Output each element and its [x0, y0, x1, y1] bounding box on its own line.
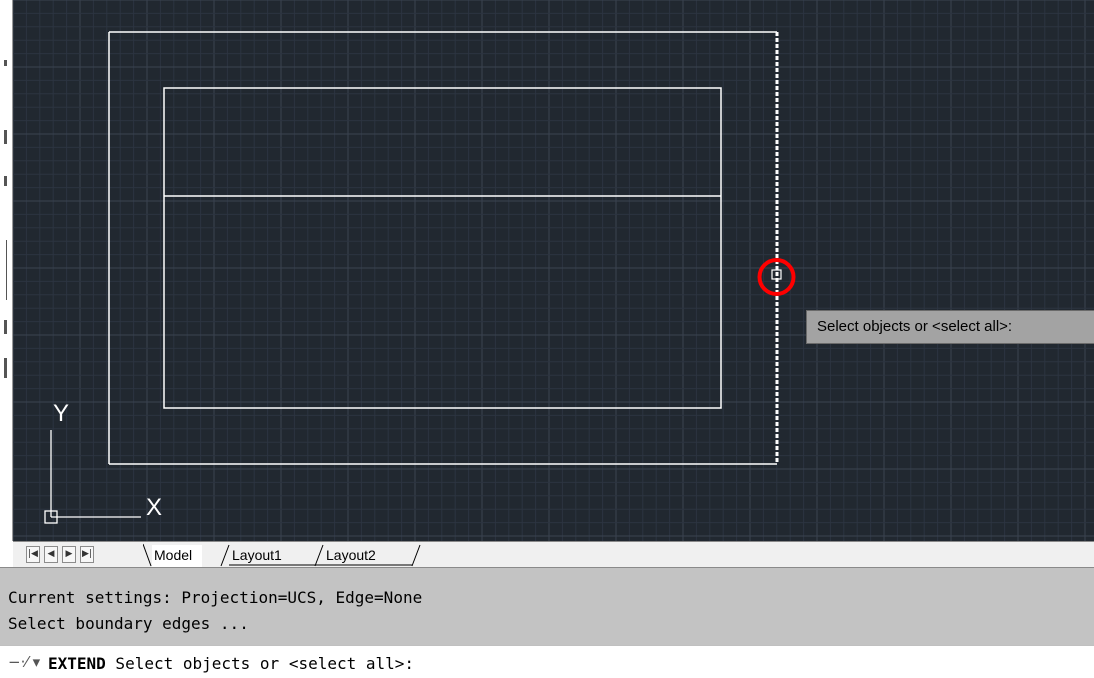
prev-icon: ◀ [47, 549, 55, 559]
next-tab-button[interactable]: ▶ [62, 546, 76, 563]
left-toolbar-strip [0, 0, 13, 541]
command-icon[interactable]: −·⁄ ▾ [8, 653, 40, 671]
command-history: Current settings: Projection=UCS, Edge=N… [0, 567, 1094, 646]
history-line: Current settings: Projection=UCS, Edge=N… [8, 588, 423, 607]
command-input[interactable]: EXTEND Select objects or <select all>: [48, 654, 414, 673]
prev-tab-button[interactable]: ◀ [44, 546, 58, 563]
next-icon: ▶ [65, 549, 73, 559]
dynamic-input-tooltip: Select objects or <select all>: [806, 310, 1094, 344]
command-name: EXTEND [48, 654, 106, 673]
last-icon: ▶| [82, 549, 92, 559]
strip-mark [6, 240, 7, 300]
ucs-y-label: Y [53, 400, 69, 427]
strip-mark [4, 176, 7, 186]
ucs-x-label: X [146, 494, 162, 521]
tab-layout1[interactable]: Layout1 [232, 545, 282, 565]
canvas-background [13, 0, 1094, 541]
layout-tab-bar: |◀ ◀ ▶ ▶| Model Layout1 Layout2 [13, 541, 1094, 568]
first-icon: |◀ [28, 549, 38, 559]
strip-mark [4, 60, 7, 66]
command-line[interactable]: −·⁄ ▾ EXTEND Select objects or <select a… [0, 645, 1094, 678]
history-line: Select boundary edges ... [8, 614, 249, 633]
strip-mark [4, 358, 7, 378]
tab-layout2[interactable]: Layout2 [326, 545, 376, 565]
command-prompt: Select objects or <select all>: [105, 654, 415, 673]
strip-mark [4, 130, 7, 144]
tab-model[interactable]: Model [152, 545, 203, 567]
strip-mark [4, 320, 7, 334]
last-tab-button[interactable]: ▶| [80, 546, 94, 563]
first-tab-button[interactable]: |◀ [26, 546, 40, 563]
drawing-canvas[interactable]: Y X [13, 0, 1094, 541]
drawing-area[interactable]: Y X [13, 0, 1094, 541]
